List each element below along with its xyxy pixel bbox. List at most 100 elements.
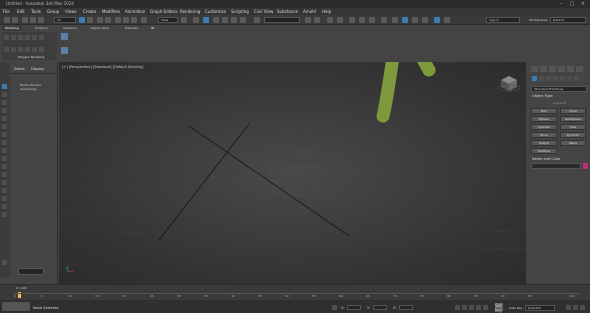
material-editor-icon[interactable]: [381, 17, 387, 23]
minimize-button[interactable]: –: [556, 0, 566, 8]
previous-frame-icon[interactable]: [462, 305, 467, 310]
edit-named-selection-icon[interactable]: [254, 17, 260, 23]
keyboard-shortcut-toggle-icon[interactable]: [203, 17, 209, 23]
sort-column-header[interactable]: Name (Sorted Ascending): [20, 83, 57, 91]
geosphere-button[interactable]: GeoSphere: [560, 116, 586, 122]
sphere-button[interactable]: Sphere: [531, 116, 557, 122]
polygon-modeling-label[interactable]: Polygon Modeling: [18, 55, 44, 59]
menu-help[interactable]: Help: [322, 9, 331, 14]
tab-populate[interactable]: Populate: [122, 26, 141, 31]
display-none-icon[interactable]: [2, 196, 7, 201]
select-place-icon[interactable]: [141, 17, 147, 23]
tab-selection[interactable]: Selection: [60, 26, 80, 31]
shapes-icon[interactable]: [539, 76, 544, 81]
geometry-icon[interactable]: [532, 76, 537, 81]
toggle-layer-explorer-icon[interactable]: [337, 17, 343, 23]
y-coord-field[interactable]: [373, 305, 387, 310]
maxscript-listener[interactable]: [2, 302, 30, 311]
time-slider[interactable]: 0 / 100 0 5 10 15 20 25 30 35 40 45 50 5…: [0, 284, 590, 300]
object-color-swatch[interactable]: [583, 163, 588, 169]
redo-icon[interactable]: [12, 17, 18, 23]
z-coord-field[interactable]: [399, 305, 413, 310]
menu-customize[interactable]: Customize: [205, 9, 226, 14]
civil-view-icon[interactable]: [444, 17, 450, 23]
set-key-icon[interactable]: Set Key: [495, 303, 503, 313]
ribbon-expand-icon[interactable]: [61, 33, 68, 40]
mirror-icon[interactable]: [305, 17, 311, 23]
toggle-ribbon-icon[interactable]: [349, 17, 355, 23]
helpers-icon[interactable]: [560, 76, 565, 81]
filter-helpers-icon[interactable]: [2, 124, 7, 129]
align-icon[interactable]: [314, 17, 320, 23]
menu-file[interactable]: File: [3, 9, 10, 14]
menu-arnold[interactable]: Arnold: [303, 9, 316, 14]
zoom-icon[interactable]: [566, 305, 571, 310]
hierarchy-tab-icon[interactable]: [549, 66, 556, 72]
tube-button[interactable]: Tube: [560, 124, 586, 130]
systems-icon[interactable]: [574, 76, 579, 81]
lock-cell-editing-icon[interactable]: [2, 212, 7, 217]
next-frame-icon[interactable]: [476, 305, 481, 310]
display-tab-icon[interactable]: [567, 66, 574, 72]
curve-editor-icon[interactable]: [359, 17, 365, 23]
menu-views[interactable]: Views: [65, 9, 77, 14]
filter-bones-icon[interactable]: [2, 156, 7, 161]
cone-button[interactable]: Cone: [560, 108, 586, 114]
motion-tab-icon[interactable]: [558, 66, 565, 72]
sign-in-dropdown[interactable]: Sign In: [486, 17, 520, 23]
collapse-stack-icon[interactable]: [11, 47, 16, 52]
to-poly-icon[interactable]: [18, 47, 23, 52]
ribbon-options-icon[interactable]: ▪▾: [148, 26, 158, 31]
scene-explorer-menu-icon[interactable]: [2, 260, 7, 265]
create-tab-icon[interactable]: [531, 66, 538, 72]
box-button[interactable]: Box: [531, 108, 557, 114]
next-modifier-icon[interactable]: [32, 47, 37, 52]
selected-dropdown[interactable]: Selected: [525, 305, 555, 311]
filter-containers-icon[interactable]: [2, 164, 7, 169]
unlink-icon[interactable]: [30, 17, 36, 23]
menu-group[interactable]: Group: [47, 9, 59, 14]
name-color-header[interactable]: Name and Color: [532, 157, 560, 161]
cylinder-button[interactable]: Cylinder: [531, 124, 557, 130]
use-soft-selection-icon[interactable]: [4, 47, 9, 52]
workspaces-dropdown[interactable]: Default: [550, 17, 586, 23]
display-all-icon[interactable]: [2, 188, 7, 193]
filter-lights-icon[interactable]: [2, 108, 7, 113]
bind-space-warp-icon[interactable]: [38, 17, 44, 23]
go-to-end-icon[interactable]: [483, 305, 488, 310]
tab-select[interactable]: Select: [14, 67, 25, 71]
torus-button[interactable]: Torus: [531, 132, 557, 138]
select-scale-icon[interactable]: [131, 17, 137, 23]
autogrid-checkbox[interactable]: AutoGrid: [553, 101, 566, 105]
menu-rendering[interactable]: Rendering: [180, 9, 200, 14]
close-button[interactable]: ×: [578, 0, 588, 8]
toggle-scene-explorer-icon[interactable]: [327, 17, 333, 23]
ribbon-panel-icon[interactable]: [61, 47, 68, 54]
filter-shapes-icon[interactable]: [2, 100, 7, 105]
filter-groups-icon[interactable]: [2, 140, 7, 145]
undo-icon[interactable]: [4, 17, 10, 23]
open-autodesk-a360-icon[interactable]: [434, 17, 440, 23]
menu-graph-editors[interactable]: Graph Editors: [150, 9, 177, 14]
object-name-input[interactable]: [531, 163, 581, 169]
menu-edit[interactable]: Edit: [17, 9, 25, 14]
percent-snap-icon[interactable]: [231, 17, 237, 23]
pan-icon[interactable]: [573, 305, 578, 310]
render-in-cloud-icon[interactable]: [422, 17, 428, 23]
vertex-icon[interactable]: [11, 35, 16, 40]
previous-modifier-icon[interactable]: [25, 47, 30, 52]
select-move-icon[interactable]: [115, 17, 121, 23]
tab-display[interactable]: Display: [31, 67, 44, 71]
pivot-center-icon[interactable]: [181, 17, 187, 23]
show-end-result-icon[interactable]: [39, 47, 44, 52]
pyramid-button[interactable]: Pyramid: [560, 132, 586, 138]
filter-xrefs-icon[interactable]: [2, 148, 7, 153]
layer-dropdown[interactable]: [18, 268, 44, 275]
lights-icon[interactable]: [546, 76, 551, 81]
select-by-name-icon[interactable]: [87, 17, 93, 23]
auto-key-button[interactable]: Auto Key: [509, 306, 522, 310]
maximize-button[interactable]: □: [567, 0, 577, 8]
cameras-icon[interactable]: [553, 76, 558, 81]
menu-tools[interactable]: Tools: [31, 9, 41, 14]
angle-snap-icon[interactable]: [222, 17, 228, 23]
